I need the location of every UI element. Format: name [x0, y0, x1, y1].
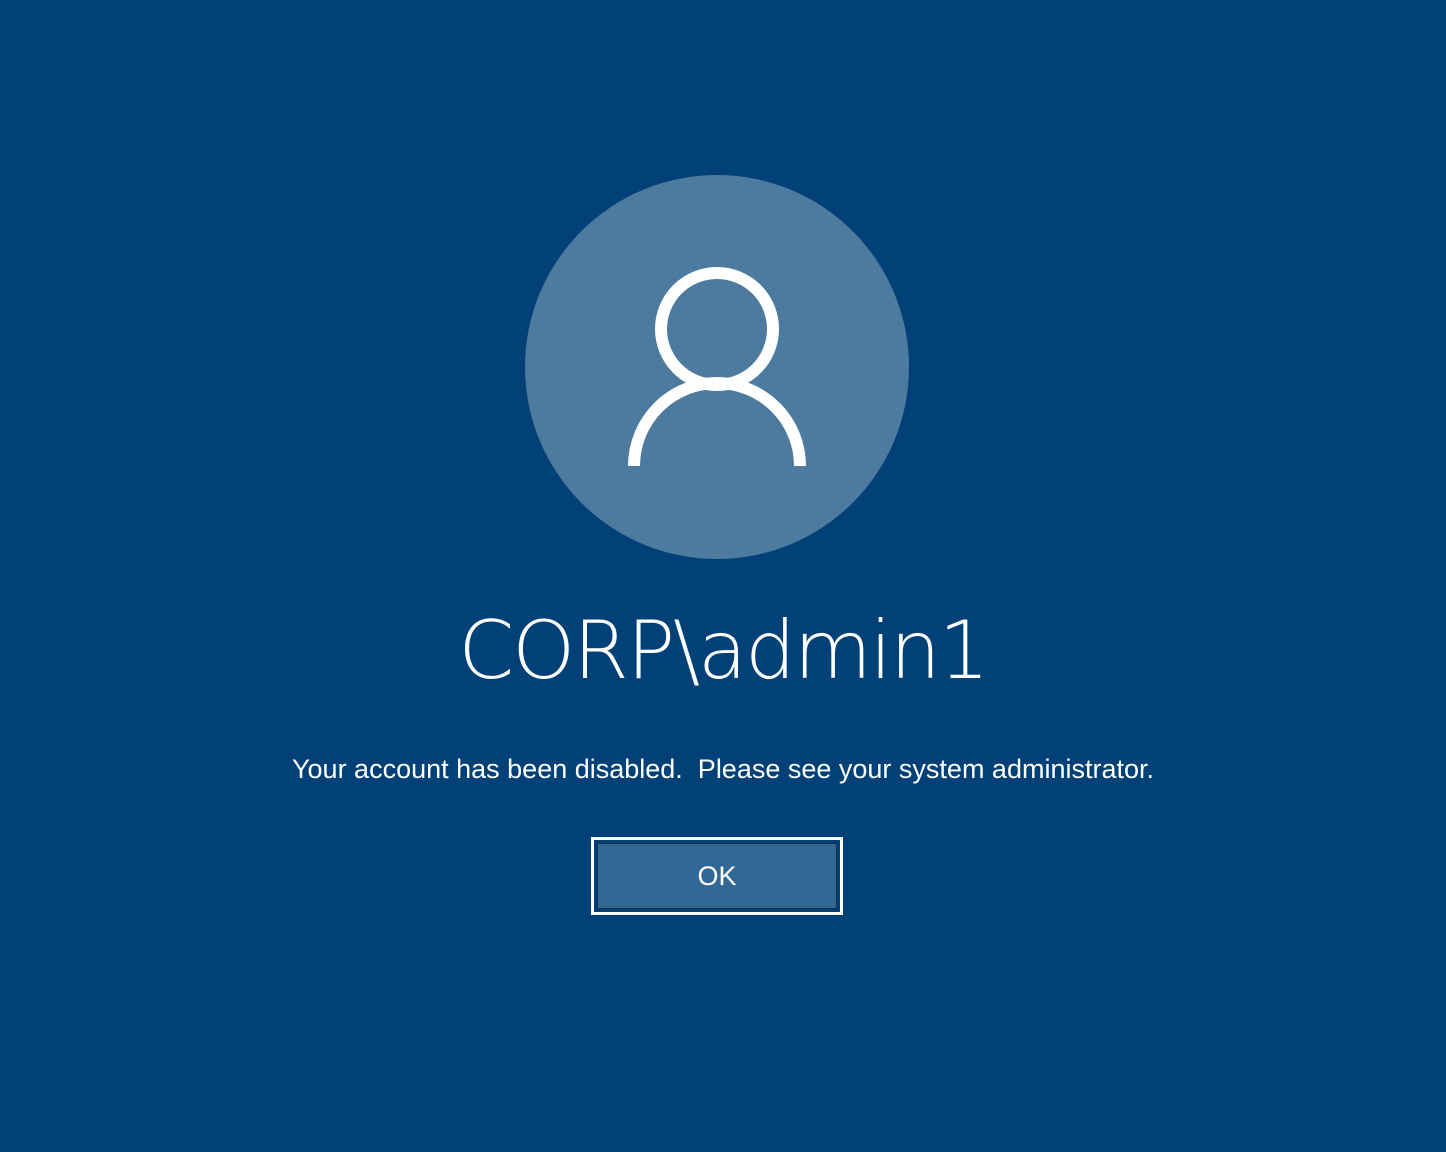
ok-button-label: OK [597, 843, 837, 909]
account-name: CORP\admin1 [458, 604, 989, 697]
lock-screen: CORP\admin1 Your account has been disabl… [0, 0, 1446, 1152]
user-avatar [525, 175, 909, 559]
user-silhouette-icon [628, 267, 806, 467]
account-disabled-message: Your account has been disabled. Please s… [292, 754, 1154, 784]
ok-button[interactable]: OK [591, 837, 843, 915]
